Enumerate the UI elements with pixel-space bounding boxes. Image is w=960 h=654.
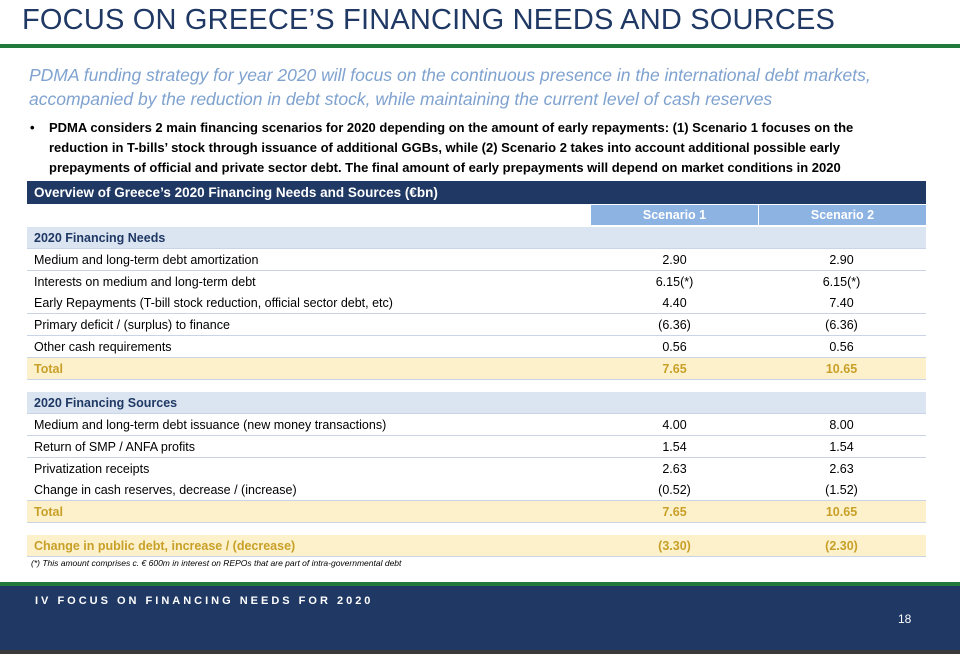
scenario-2-value: 0.56	[829, 340, 854, 354]
row-label: Interests on medium and long-term debt	[34, 275, 256, 289]
scenario-1-value: (3.30)	[658, 539, 691, 553]
row-label: Medium and long-term debt amortization	[34, 253, 259, 267]
footer-section-title: IV FOCUS ON FINANCING NEEDS FOR 2020	[35, 595, 374, 607]
row-label: 2020 Financing Sources	[34, 396, 178, 410]
scenario-1-value: 1.54	[662, 440, 687, 454]
row-label: Other cash requirements	[34, 340, 172, 354]
row-label: Medium and long-term debt issuance (new …	[34, 418, 387, 432]
scenario-2-value: 2.90	[829, 253, 854, 267]
table-row: Change in cash reserves, decrease / (inc…	[27, 479, 926, 501]
row-label: Privatization receipts	[34, 462, 150, 476]
table-row: Medium and long-term debt amortization 2…	[27, 249, 926, 271]
scenario-2-value: 7.40	[829, 296, 854, 310]
scenario-2-value: (2.30)	[825, 539, 858, 553]
row-label: Total	[34, 505, 63, 519]
scenario-2-value: 8.00	[829, 418, 854, 432]
table-row: Medium and long-term debt issuance (new …	[27, 414, 926, 436]
bullet-line-3: prepayments of official and private sect…	[49, 160, 841, 175]
scenario-2-value: 2.63	[829, 462, 854, 476]
section-row-needs: 2020 Financing Needs	[27, 227, 926, 249]
table-row: Interests on medium and long-term debt 6…	[27, 271, 926, 293]
scenario-1-value: 6.15(*)	[655, 275, 694, 289]
row-label: Primary deficit / (surplus) to finance	[34, 318, 230, 332]
bullet-marker: •	[30, 120, 35, 135]
table-row: Privatization receipts 2.63 2.63	[27, 458, 926, 480]
page-number: 18	[898, 612, 912, 626]
row-label: Early Repayments (T-bill stock reduction…	[34, 296, 393, 310]
title-divider	[0, 44, 960, 48]
subtitle: PDMA funding strategy for year 2020 will…	[29, 63, 939, 111]
table-row: Other cash requirements 0.56 0.56	[27, 336, 926, 358]
total-row-needs: Total 7.65 10.65	[27, 358, 926, 380]
scenario-1-header: Scenario 1	[591, 205, 758, 225]
page-title: FOCUS ON GREECE’S FINANCING NEEDS AND SO…	[22, 4, 836, 36]
total-row-sources: Total 7.65 10.65	[27, 501, 926, 523]
section-row-sources: 2020 Financing Sources	[27, 392, 926, 414]
scenario-1-value: 2.90	[662, 253, 687, 267]
bullet-point: • PDMA considers 2 main financing scenar…	[30, 118, 920, 178]
scenario-2-value: (1.52)	[825, 483, 858, 497]
subtitle-line-2: accompanied by the reduction in debt sto…	[29, 89, 773, 109]
row-label: Return of SMP / ANFA profits	[34, 440, 195, 454]
scenario-1-value: 4.00	[662, 418, 687, 432]
scenario-1-value: (6.36)	[658, 318, 691, 332]
row-label: Change in cash reserves, decrease / (inc…	[34, 483, 297, 497]
bullet-line-1: PDMA considers 2 main financing scenario…	[49, 120, 854, 135]
table-row: Primary deficit / (surplus) to finance (…	[27, 314, 926, 336]
scenario-2-value: 1.54	[829, 440, 854, 454]
table-row: Early Repayments (T-bill stock reduction…	[27, 292, 926, 314]
bottom-strip	[0, 650, 960, 654]
scenario-1-value: 2.63	[662, 462, 687, 476]
scenario-2-value: 10.65	[825, 362, 858, 376]
scenario-1-value: 7.65	[662, 362, 687, 376]
scenario-2-value: 10.65	[825, 505, 858, 519]
scenario-2-value: 6.15(*)	[822, 275, 861, 289]
bullet-line-2: reduction in T-bills’ stock through issu…	[49, 140, 840, 155]
row-label: Total	[34, 362, 63, 376]
public-debt-change-row: Change in public debt, increase / (decre…	[27, 535, 926, 557]
subtitle-line-1: PDMA funding strategy for year 2020 will…	[29, 65, 871, 85]
scenario-1-value: 7.65	[662, 505, 687, 519]
table-title: Overview of Greece’s 2020 Financing Need…	[27, 181, 926, 204]
scenario-2-value: (6.36)	[825, 318, 858, 332]
scenario-2-header: Scenario 2	[759, 205, 926, 225]
table-row: Return of SMP / ANFA profits 1.54 1.54	[27, 436, 926, 458]
scenario-1-value: 4.40	[662, 296, 687, 310]
row-label: Change in public debt, increase / (decre…	[34, 539, 296, 553]
scenario-1-value: (0.52)	[658, 483, 691, 497]
footnote: (*) This amount comprises c. € 600m in i…	[31, 558, 402, 568]
scenario-1-value: 0.56	[662, 340, 687, 354]
row-label: 2020 Financing Needs	[34, 231, 166, 245]
